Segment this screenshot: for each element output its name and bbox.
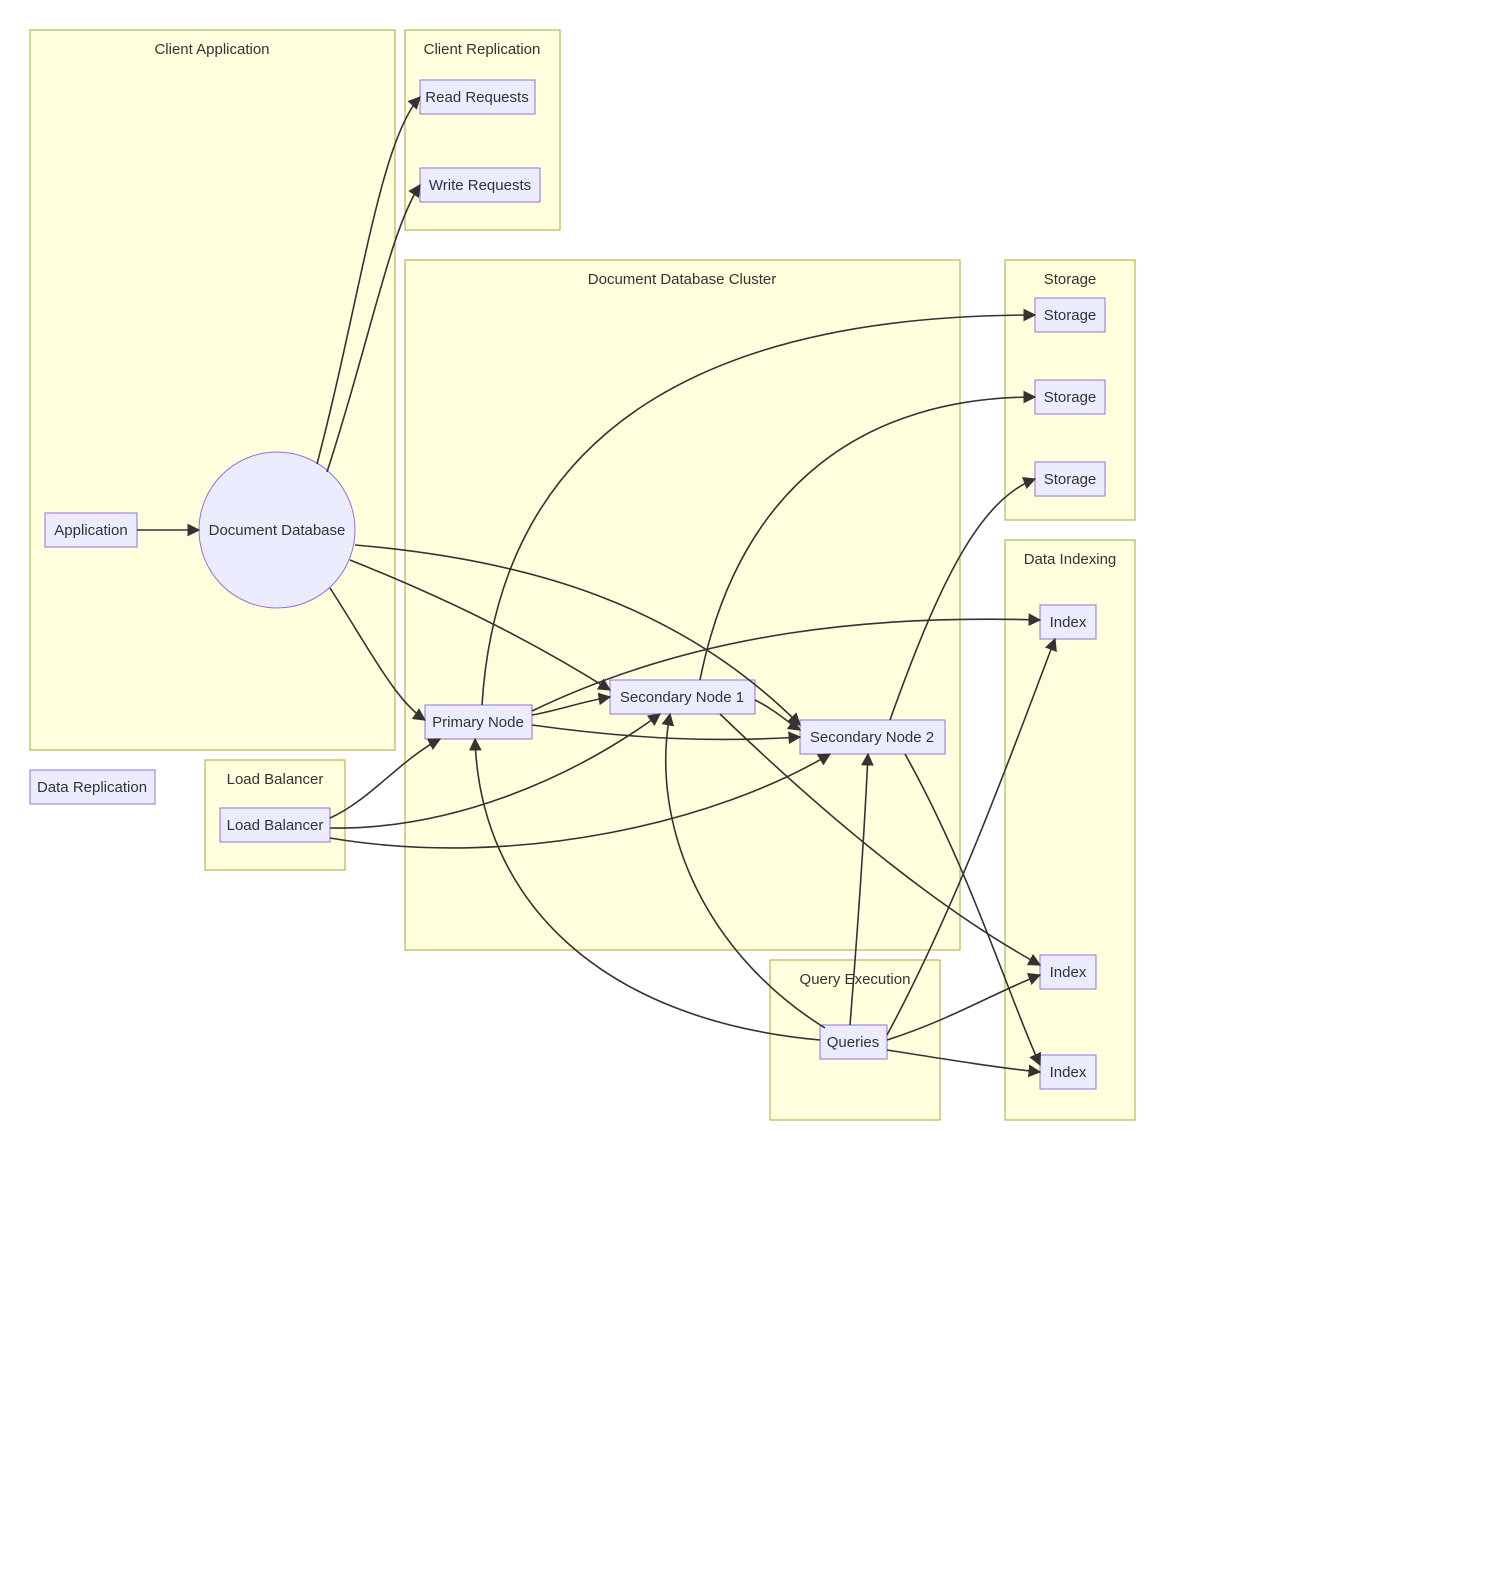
svg-text:Application: Application xyxy=(54,522,127,539)
svg-text:Data Replication: Data Replication xyxy=(37,779,147,796)
subgraph-title-load-balancer: Load Balancer xyxy=(227,771,324,788)
node-load-balancer: Load Balancer xyxy=(220,808,330,842)
svg-text:Storage: Storage xyxy=(1044,307,1097,324)
svg-text:Document Database: Document Database xyxy=(209,522,346,539)
node-secondary2: Secondary Node 2 xyxy=(800,720,945,754)
subgraph-title-client-app: Client Application xyxy=(154,41,269,58)
svg-text:Primary Node: Primary Node xyxy=(432,714,524,731)
subgraph-doc-cluster: Document Database Cluster xyxy=(405,260,960,950)
svg-text:Queries: Queries xyxy=(827,1034,880,1051)
node-document-database: Document Database xyxy=(199,452,355,608)
node-queries: Queries xyxy=(820,1025,887,1059)
svg-text:Read Requests: Read Requests xyxy=(425,89,528,106)
subgraph-title-client-repl: Client Replication xyxy=(424,41,541,58)
node-primary: Primary Node xyxy=(425,705,532,739)
subgraph-title-data-indexing: Data Indexing xyxy=(1024,551,1117,568)
svg-text:Index: Index xyxy=(1050,1064,1087,1081)
diagram-canvas: Client Application Client Replication Do… xyxy=(0,0,1500,1575)
subgraph-title-storage: Storage xyxy=(1044,271,1097,288)
node-storage2: Storage xyxy=(1035,380,1105,414)
svg-text:Secondary Node 2: Secondary Node 2 xyxy=(810,729,934,746)
node-index2: Index xyxy=(1040,955,1096,989)
node-application: Application xyxy=(45,513,137,547)
node-storage3: Storage xyxy=(1035,462,1105,496)
svg-text:Storage: Storage xyxy=(1044,471,1097,488)
subgraph-client-application: Client Application xyxy=(30,30,395,750)
svg-text:Load Balancer: Load Balancer xyxy=(227,817,324,834)
node-index3: Index xyxy=(1040,1055,1096,1089)
node-index1: Index xyxy=(1040,605,1096,639)
svg-text:Secondary Node 1: Secondary Node 1 xyxy=(620,689,744,706)
svg-text:Storage: Storage xyxy=(1044,389,1097,406)
svg-text:Index: Index xyxy=(1050,614,1087,631)
node-secondary1: Secondary Node 1 xyxy=(610,680,755,714)
subgraph-title-doc-cluster: Document Database Cluster xyxy=(588,271,776,288)
node-write-requests: Write Requests xyxy=(420,168,540,202)
node-read-requests: Read Requests xyxy=(420,80,535,114)
svg-text:Write Requests: Write Requests xyxy=(429,177,531,194)
node-data-replication: Data Replication xyxy=(30,770,155,804)
node-storage1: Storage xyxy=(1035,298,1105,332)
svg-text:Index: Index xyxy=(1050,964,1087,981)
subgraph-title-query-exec: Query Execution xyxy=(800,971,911,988)
